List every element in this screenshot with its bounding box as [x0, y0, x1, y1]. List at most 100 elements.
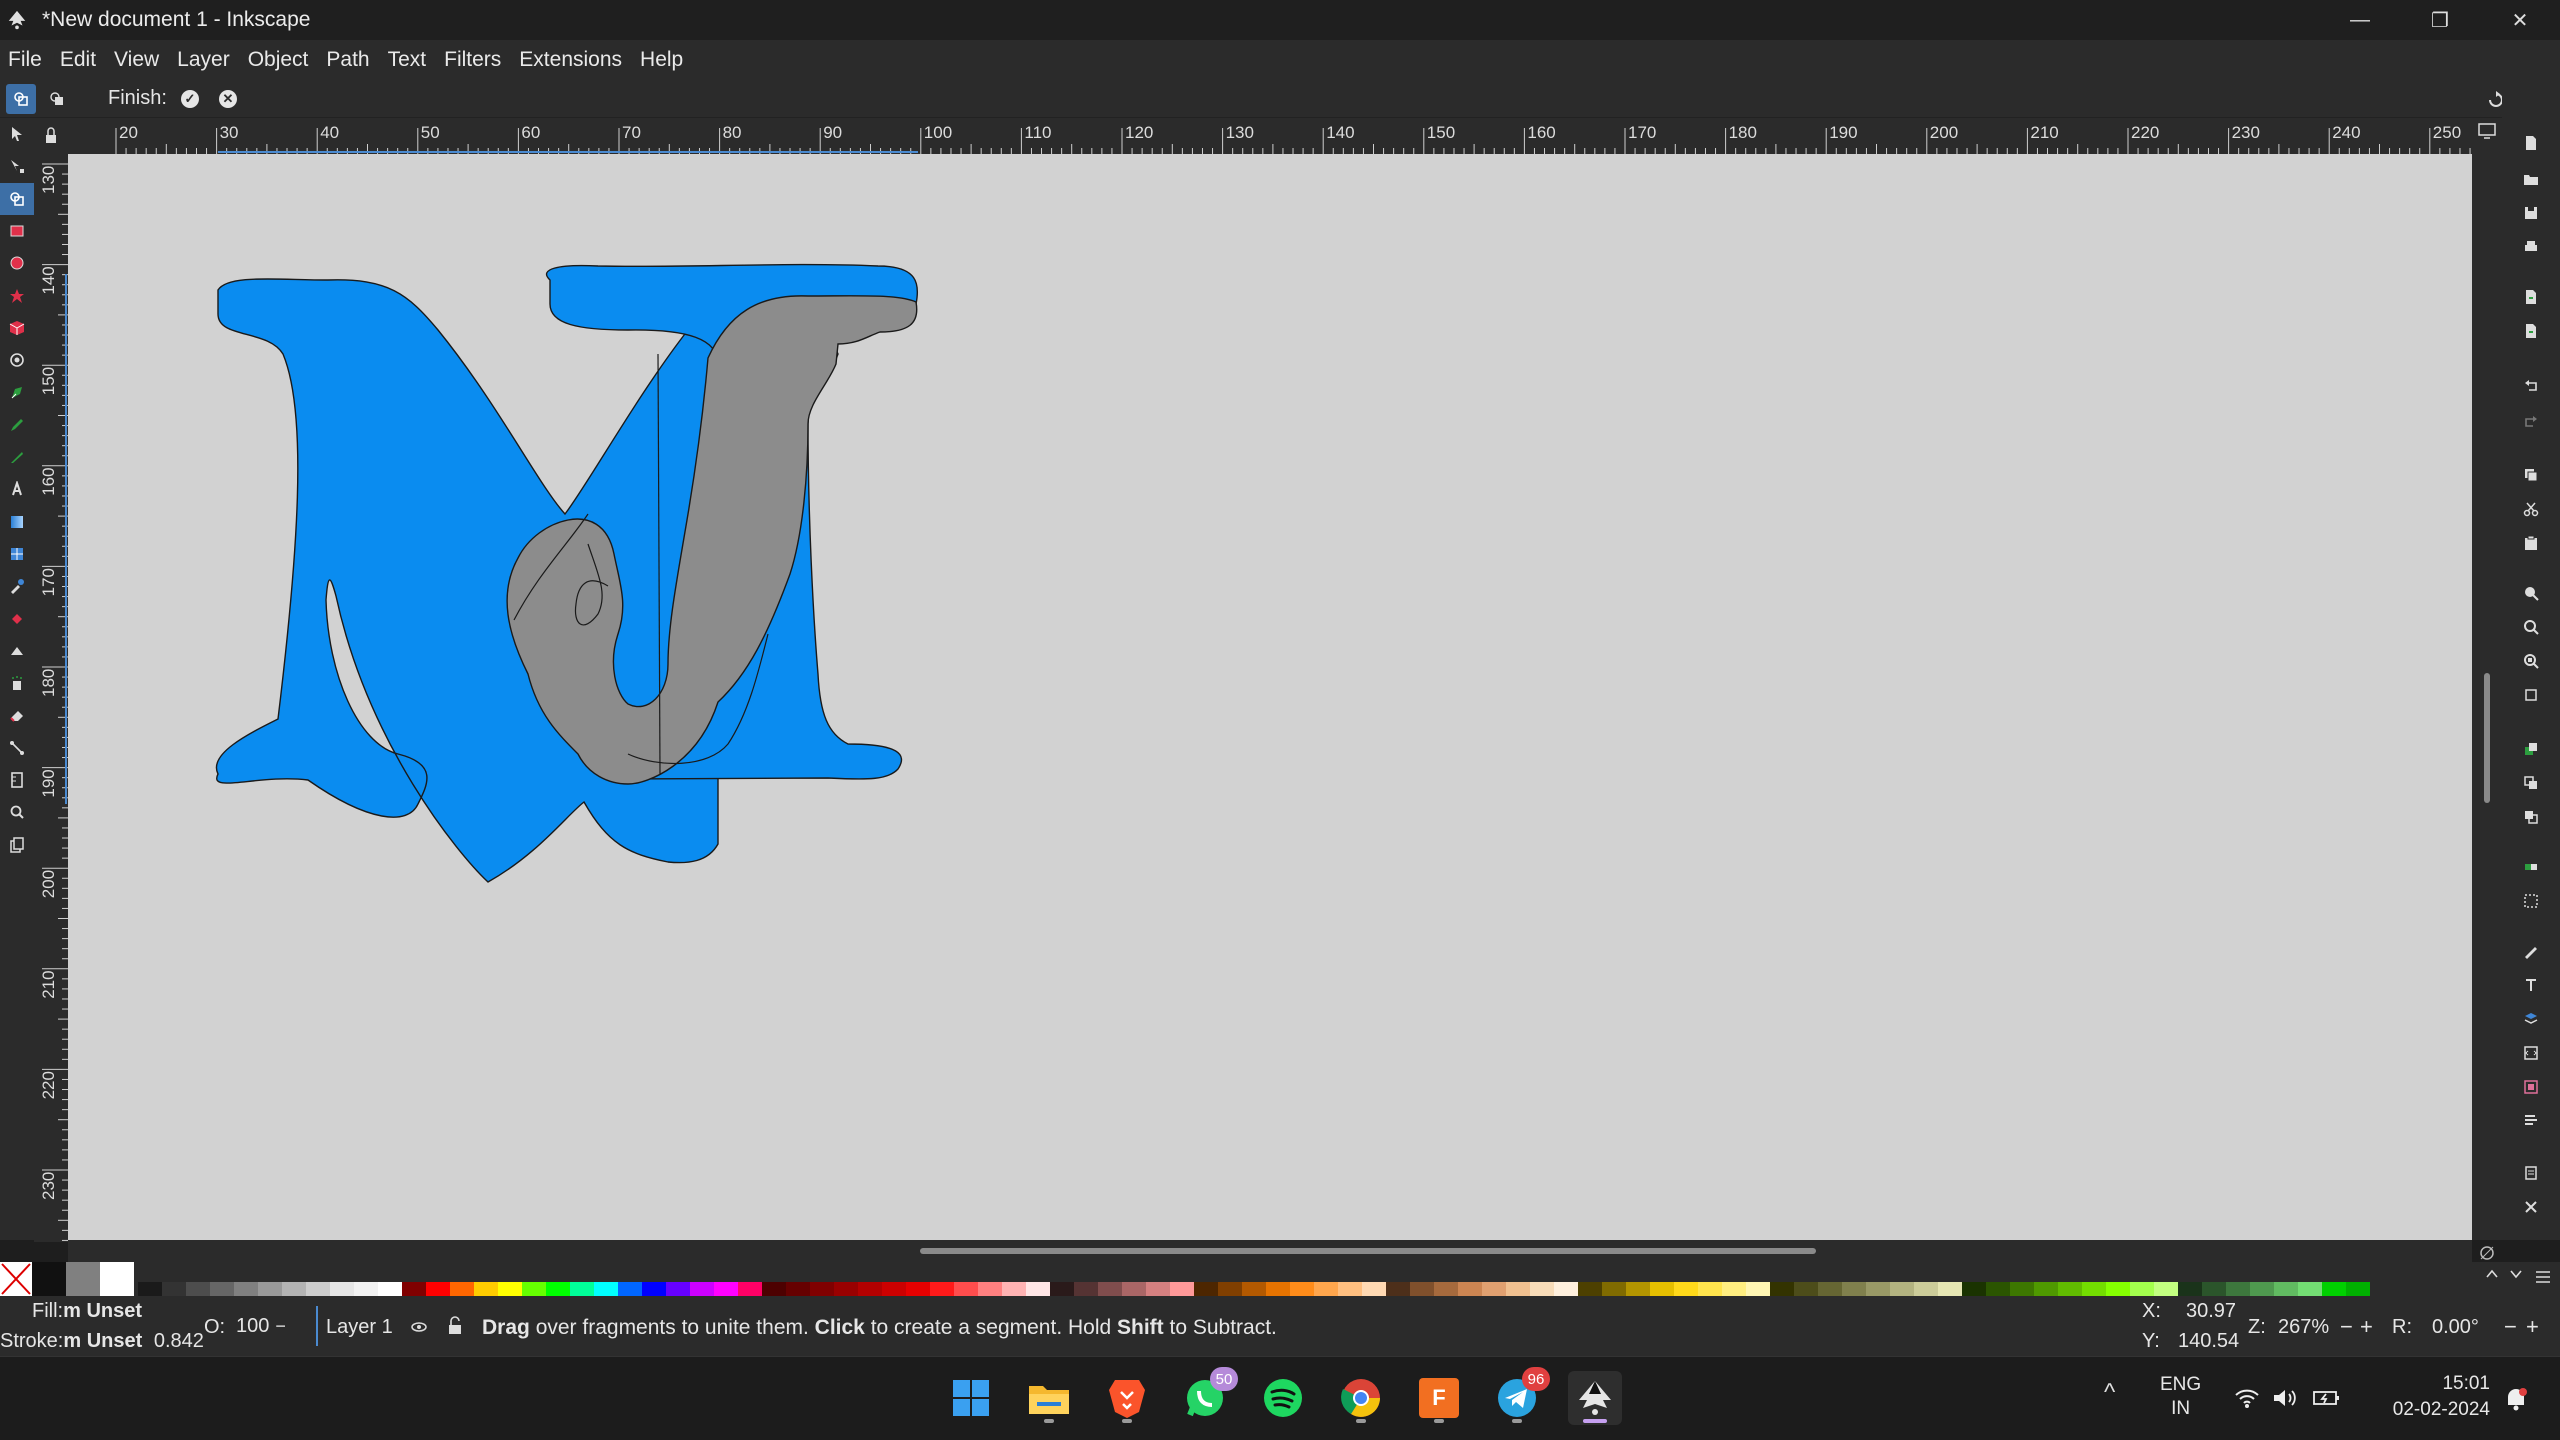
tool-mesh[interactable]: [0, 538, 34, 570]
palette-swatch[interactable]: [186, 1282, 210, 1296]
taskbar-file-explorer[interactable]: [1022, 1371, 1076, 1425]
palette-swatch[interactable]: [882, 1282, 906, 1296]
tool-ellipse[interactable]: [0, 247, 34, 279]
rotation-increment[interactable]: +: [2526, 1314, 2539, 1340]
tool-connector[interactable]: [0, 732, 34, 764]
palette-swatch-gray[interactable]: [66, 1262, 100, 1296]
palette-swatch[interactable]: [1530, 1282, 1554, 1296]
palette-swatch[interactable]: [1266, 1282, 1290, 1296]
tool-gradient[interactable]: [0, 506, 34, 538]
palette-swatch[interactable]: [138, 1282, 162, 1296]
taskbar-brave[interactable]: [1100, 1371, 1154, 1425]
palette-swatch[interactable]: [498, 1282, 522, 1296]
palette-swatch[interactable]: [1746, 1282, 1770, 1296]
palette-swatch[interactable]: [1482, 1282, 1506, 1296]
palette-swatch[interactable]: [354, 1282, 378, 1296]
palette-swatch[interactable]: [474, 1282, 498, 1296]
layer-visibility-eye-icon[interactable]: [410, 1318, 428, 1336]
menu-edit[interactable]: Edit: [51, 48, 105, 72]
palette-swatch-black[interactable]: [32, 1262, 66, 1296]
copy-button[interactable]: [2518, 462, 2544, 488]
palette-swatch[interactable]: [1050, 1282, 1074, 1296]
palette-swatch[interactable]: [2202, 1282, 2226, 1296]
menu-layer[interactable]: Layer: [168, 48, 239, 72]
restore-button[interactable]: ❐: [2400, 0, 2480, 40]
palette-swatch[interactable]: [858, 1282, 882, 1296]
tool-selector[interactable]: [0, 118, 34, 150]
palette-swatch[interactable]: [1410, 1282, 1434, 1296]
palette-swatch[interactable]: [1698, 1282, 1722, 1296]
palette-swatch[interactable]: [570, 1282, 594, 1296]
palette-swatch[interactable]: [1362, 1282, 1386, 1296]
palette-swatch[interactable]: [2034, 1282, 2058, 1296]
tool-3d-box[interactable]: [0, 312, 34, 344]
palette-swatch[interactable]: [1578, 1282, 1602, 1296]
palette-swatch[interactable]: [522, 1282, 546, 1296]
zoom-fit-button[interactable]: [2518, 682, 2544, 708]
battery-charging-icon[interactable]: [2312, 1387, 2342, 1409]
snap-toggle-icon[interactable]: [2476, 1242, 2498, 1264]
duplicate-button[interactable]: [2518, 736, 2544, 762]
palette-swatch[interactable]: [786, 1282, 810, 1296]
tool-zoom[interactable]: [0, 796, 34, 828]
menu-view[interactable]: View: [105, 48, 168, 72]
clone-button[interactable]: [2518, 770, 2544, 796]
taskbar-telegram[interactable]: 96: [1490, 1367, 1550, 1425]
palette-swatch[interactable]: [738, 1282, 762, 1296]
palette-swatch[interactable]: [834, 1282, 858, 1296]
document-properties-button[interactable]: [2518, 1160, 2544, 1186]
palette-swatch-white[interactable]: [100, 1262, 134, 1296]
shape-builder-add-mode-button[interactable]: [6, 83, 36, 114]
palette-swatch[interactable]: [1962, 1282, 1986, 1296]
zoom-selection-button[interactable]: [2518, 580, 2544, 606]
palette-swatch[interactable]: [1242, 1282, 1266, 1296]
menu-extensions[interactable]: Extensions: [510, 48, 631, 72]
palette-swatch[interactable]: [906, 1282, 930, 1296]
palette-swatch[interactable]: [210, 1282, 234, 1296]
layers-objects-button[interactable]: [2518, 1006, 2544, 1032]
close-button[interactable]: ✕: [2480, 0, 2560, 40]
open-button[interactable]: [2518, 166, 2544, 192]
palette-swatch[interactable]: [954, 1282, 978, 1296]
palette-menu-icon[interactable]: [2534, 1268, 2552, 1286]
tool-shape-builder[interactable]: [0, 182, 34, 215]
palette-swatch[interactable]: [1602, 1282, 1626, 1296]
lock-guides-icon[interactable]: [34, 118, 68, 154]
paste-button[interactable]: [2518, 530, 2544, 556]
vertical-scrollbar-thumb[interactable]: [2484, 673, 2490, 803]
palette-swatch[interactable]: [1098, 1282, 1122, 1296]
tool-star[interactable]: [0, 279, 34, 311]
palette-swatch[interactable]: [1818, 1282, 1842, 1296]
palette-swatch[interactable]: [1842, 1282, 1866, 1296]
palette-swatch[interactable]: [930, 1282, 954, 1296]
palette-scroll-up-icon[interactable]: [2484, 1266, 2500, 1282]
display-mode-icon[interactable]: [2476, 122, 2498, 140]
palette-swatch[interactable]: [1938, 1282, 1962, 1296]
palette-swatch[interactable]: [1650, 1282, 1674, 1296]
palette-swatch[interactable]: [642, 1282, 666, 1296]
preferences-button[interactable]: [2518, 1194, 2544, 1220]
palette-swatch[interactable]: [282, 1282, 306, 1296]
minimize-button[interactable]: —: [2320, 0, 2400, 40]
palette-swatch[interactable]: [2346, 1282, 2370, 1296]
palette-swatch[interactable]: [450, 1282, 474, 1296]
volume-icon[interactable]: [2272, 1387, 2298, 1409]
palette-swatch[interactable]: [306, 1282, 330, 1296]
palette-swatch[interactable]: [690, 1282, 714, 1296]
tool-calligraphy[interactable]: [0, 441, 34, 473]
layer-lock-icon[interactable]: [446, 1316, 464, 1336]
zoom-page-button[interactable]: [2518, 648, 2544, 674]
zoom-drawing-button[interactable]: [2518, 614, 2544, 640]
notification-bell-icon[interactable]: [2502, 1385, 2530, 1413]
menu-help[interactable]: Help: [631, 48, 692, 72]
fill-indicator[interactable]: Fill:m Unset: [32, 1300, 142, 1323]
blue-letter-m-shape[interactable]: [215, 278, 719, 883]
palette-swatch[interactable]: [378, 1282, 402, 1296]
palette-swatch[interactable]: [2154, 1282, 2178, 1296]
palette-swatch[interactable]: [1146, 1282, 1170, 1296]
palette-swatch[interactable]: [1314, 1282, 1338, 1296]
zoom-decrement[interactable]: −: [2340, 1314, 2353, 1340]
palette-swatch[interactable]: [810, 1282, 834, 1296]
taskbar-inkscape[interactable]: [1568, 1371, 1622, 1425]
wifi-icon[interactable]: [2234, 1387, 2260, 1409]
